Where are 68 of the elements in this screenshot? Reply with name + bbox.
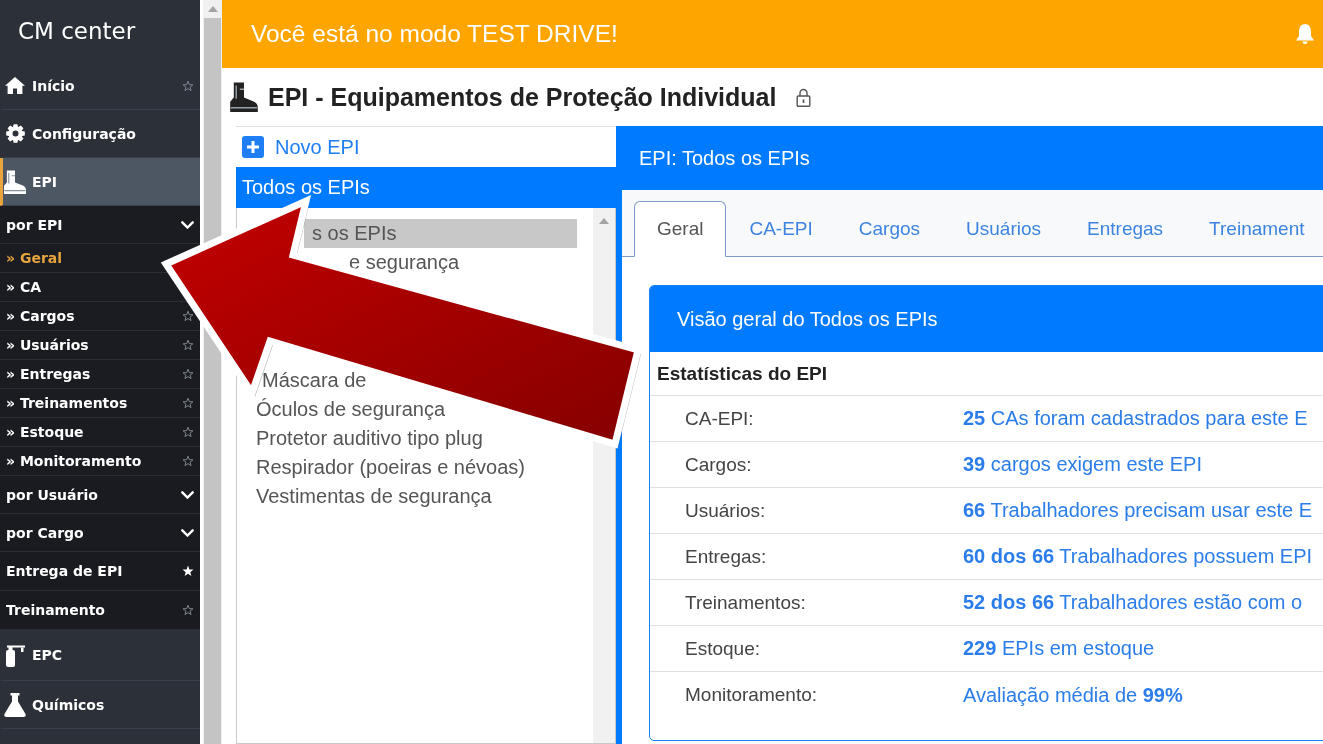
stat-label: Usuários: [685,499,766,522]
home-icon [5,77,25,94]
submenu-item[interactable]: » Usuários [6,337,89,353]
chevron-down-icon [181,528,194,537]
new-item-button[interactable]: Novo EPI [242,135,360,159]
nav-item[interactable]: Início [0,62,200,110]
app-title: CM center [18,18,136,44]
stat-label: Estoque: [685,637,760,660]
chevron-down-icon [181,220,194,229]
panel-title: EPI: Todos os EPIs [639,146,810,170]
submenu-item[interactable]: » Monitoramento [6,453,142,469]
stat-link[interactable]: 25 CAs foram cadastrados para este E [963,407,1308,430]
star-icon[interactable] [182,310,194,322]
list-item[interactable]: Vestimentas de segurança [256,485,494,508]
settings-icon [5,124,25,143]
stat-label: Cargos: [685,453,752,476]
tab[interactable]: Usuários [943,201,1065,257]
submenu-item[interactable]: » Geral [6,250,63,266]
tab[interactable]: Geral [634,201,727,257]
star-icon[interactable] [182,455,194,467]
caret-up-icon [207,6,218,12]
star-icon[interactable] [182,79,194,92]
tab[interactable]: Entregas [1064,201,1187,257]
star-icon[interactable] [182,426,194,438]
stat-link[interactable]: 66 Trabalhadores precisam usar este E [963,499,1313,522]
list-item[interactable]: s os EPIs [304,219,577,248]
plus-icon [242,136,264,158]
chevron-down-icon [181,490,194,499]
nav-item[interactable]: Químicos [0,681,200,729]
star-icon[interactable] [182,368,194,380]
boot-icon [4,169,26,194]
list-item[interactable]: e segurança [349,251,462,274]
submenu-item[interactable]: » Cargos [6,308,75,324]
flask-icon [4,692,26,717]
submenu-item[interactable]: » CA [6,279,42,295]
star-icon[interactable] [182,397,194,409]
star-icon[interactable] [182,604,194,616]
stat-label: Treinamentos: [685,591,806,614]
stat-link[interactable]: 60 dos 66 Trabalhadores possuem EPI [963,545,1313,568]
stat-label: CA-EPI: [685,407,754,430]
tab[interactable]: CA-EPI [726,201,836,257]
nav-item[interactable]: EPI [0,158,200,206]
submenu-item[interactable]: » Entregas [6,366,91,382]
stat-label: Monitoramento: [685,684,817,706]
list-header: Todos os EPIs [236,167,616,208]
stat-link[interactable]: 39 cargos exigem este EPI [963,453,1203,476]
submenu-item[interactable]: » Treinamentos [6,395,128,411]
submenu-item[interactable]: » Estoque [6,424,84,440]
card-title: Visão geral do Todos os EPIs [677,307,938,331]
list-item[interactable]: Máscara de [262,369,369,392]
list-item[interactable]: Óculos de segurança [256,398,447,421]
list-item[interactable]: Protetor auditivo tipo plug [256,427,485,450]
star-icon[interactable] [182,565,194,577]
fire-extinguisher-icon [5,643,25,667]
tab[interactable]: Treinament [1186,201,1323,257]
list-item[interactable]: Respirador (poeiras e névoas) [256,456,528,479]
stat-link[interactable]: 229 EPIs em estoque [963,637,1155,660]
banner-text: Você está no modo TEST DRIVE! [251,20,619,48]
stat-link[interactable]: 52 dos 66 Trabalhadores estão com o [963,591,1303,614]
page-title: EPI - Equipamentos de Proteção Individual [268,82,777,112]
tab[interactable]: Cargos [835,201,944,257]
section-title: Estatísticas do EPI [657,362,827,385]
star-icon[interactable] [182,339,194,351]
caret-up-icon [599,218,609,224]
stat-label: Entregas: [685,545,767,568]
stat-link[interactable]: Avaliação média de 99% [963,683,1183,707]
boot-icon [230,82,258,112]
lock-icon [796,87,812,107]
